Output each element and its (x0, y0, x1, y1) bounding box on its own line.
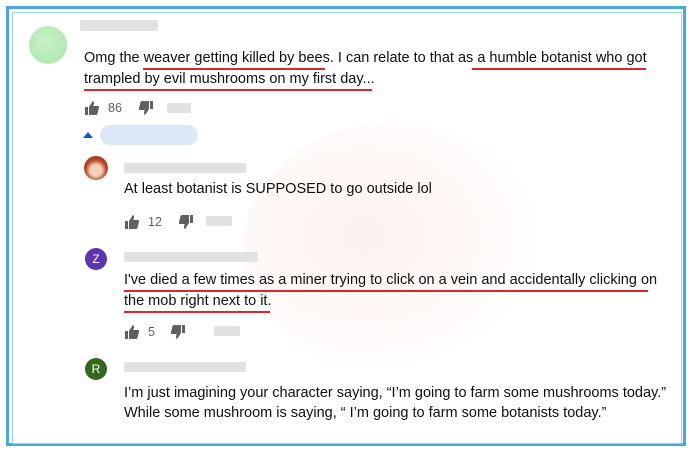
underline-miner-line1 (124, 290, 648, 292)
reply-author-redacted[interactable] (124, 362, 246, 372)
reply-like-count: 5 (148, 325, 155, 339)
underline-miner-line2 (124, 311, 270, 313)
reply-button-redacted[interactable] (206, 216, 232, 226)
caret-up-icon[interactable] (83, 131, 93, 138)
comment-author-redacted[interactable] (80, 20, 158, 31)
reply-author-redacted[interactable] (124, 252, 258, 262)
underline-weaver (143, 68, 325, 70)
thumbs-up-icon[interactable] (84, 100, 100, 116)
underline-botanist-line1 (472, 68, 646, 70)
reply-text: At least botanist is SUPPOSED to go outs… (124, 181, 432, 197)
reply-text-line1: I've died a few times as a miner trying … (124, 272, 658, 288)
thumbs-up-icon[interactable] (124, 214, 140, 230)
reply-text-line2: the mob right next to it. (124, 293, 272, 309)
reply-like-count: 12 (148, 215, 162, 229)
reply-author-redacted[interactable] (124, 163, 246, 173)
underline-botanist-line2 (84, 89, 372, 91)
watermark (243, 123, 543, 373)
reply-text-line1: I’m just imagining your character saying… (124, 385, 667, 401)
reply-text-line2: While some mushroom is saying, “ I’m goi… (124, 405, 607, 421)
reply-button-redacted[interactable] (214, 326, 240, 336)
comment-text-line1: Omg the weaver getting killed by bees. I… (84, 50, 647, 66)
reply-avatar-z[interactable]: Z (85, 248, 107, 270)
thumbs-down-icon[interactable] (138, 100, 154, 116)
thumbs-up-icon[interactable] (124, 324, 140, 340)
reply-avatar-r[interactable]: R (85, 358, 107, 380)
reply-avatar[interactable] (84, 156, 108, 180)
thumbs-down-icon[interactable] (170, 324, 186, 340)
reply-button-redacted[interactable] (167, 103, 191, 113)
comment-text-line2: trampled by evil mushrooms on my first d… (84, 71, 375, 87)
comment-like-count: 86 (108, 101, 122, 115)
comment-avatar[interactable] (29, 26, 67, 64)
thumbs-down-icon[interactable] (178, 214, 194, 230)
hide-replies-redacted[interactable] (100, 125, 198, 145)
